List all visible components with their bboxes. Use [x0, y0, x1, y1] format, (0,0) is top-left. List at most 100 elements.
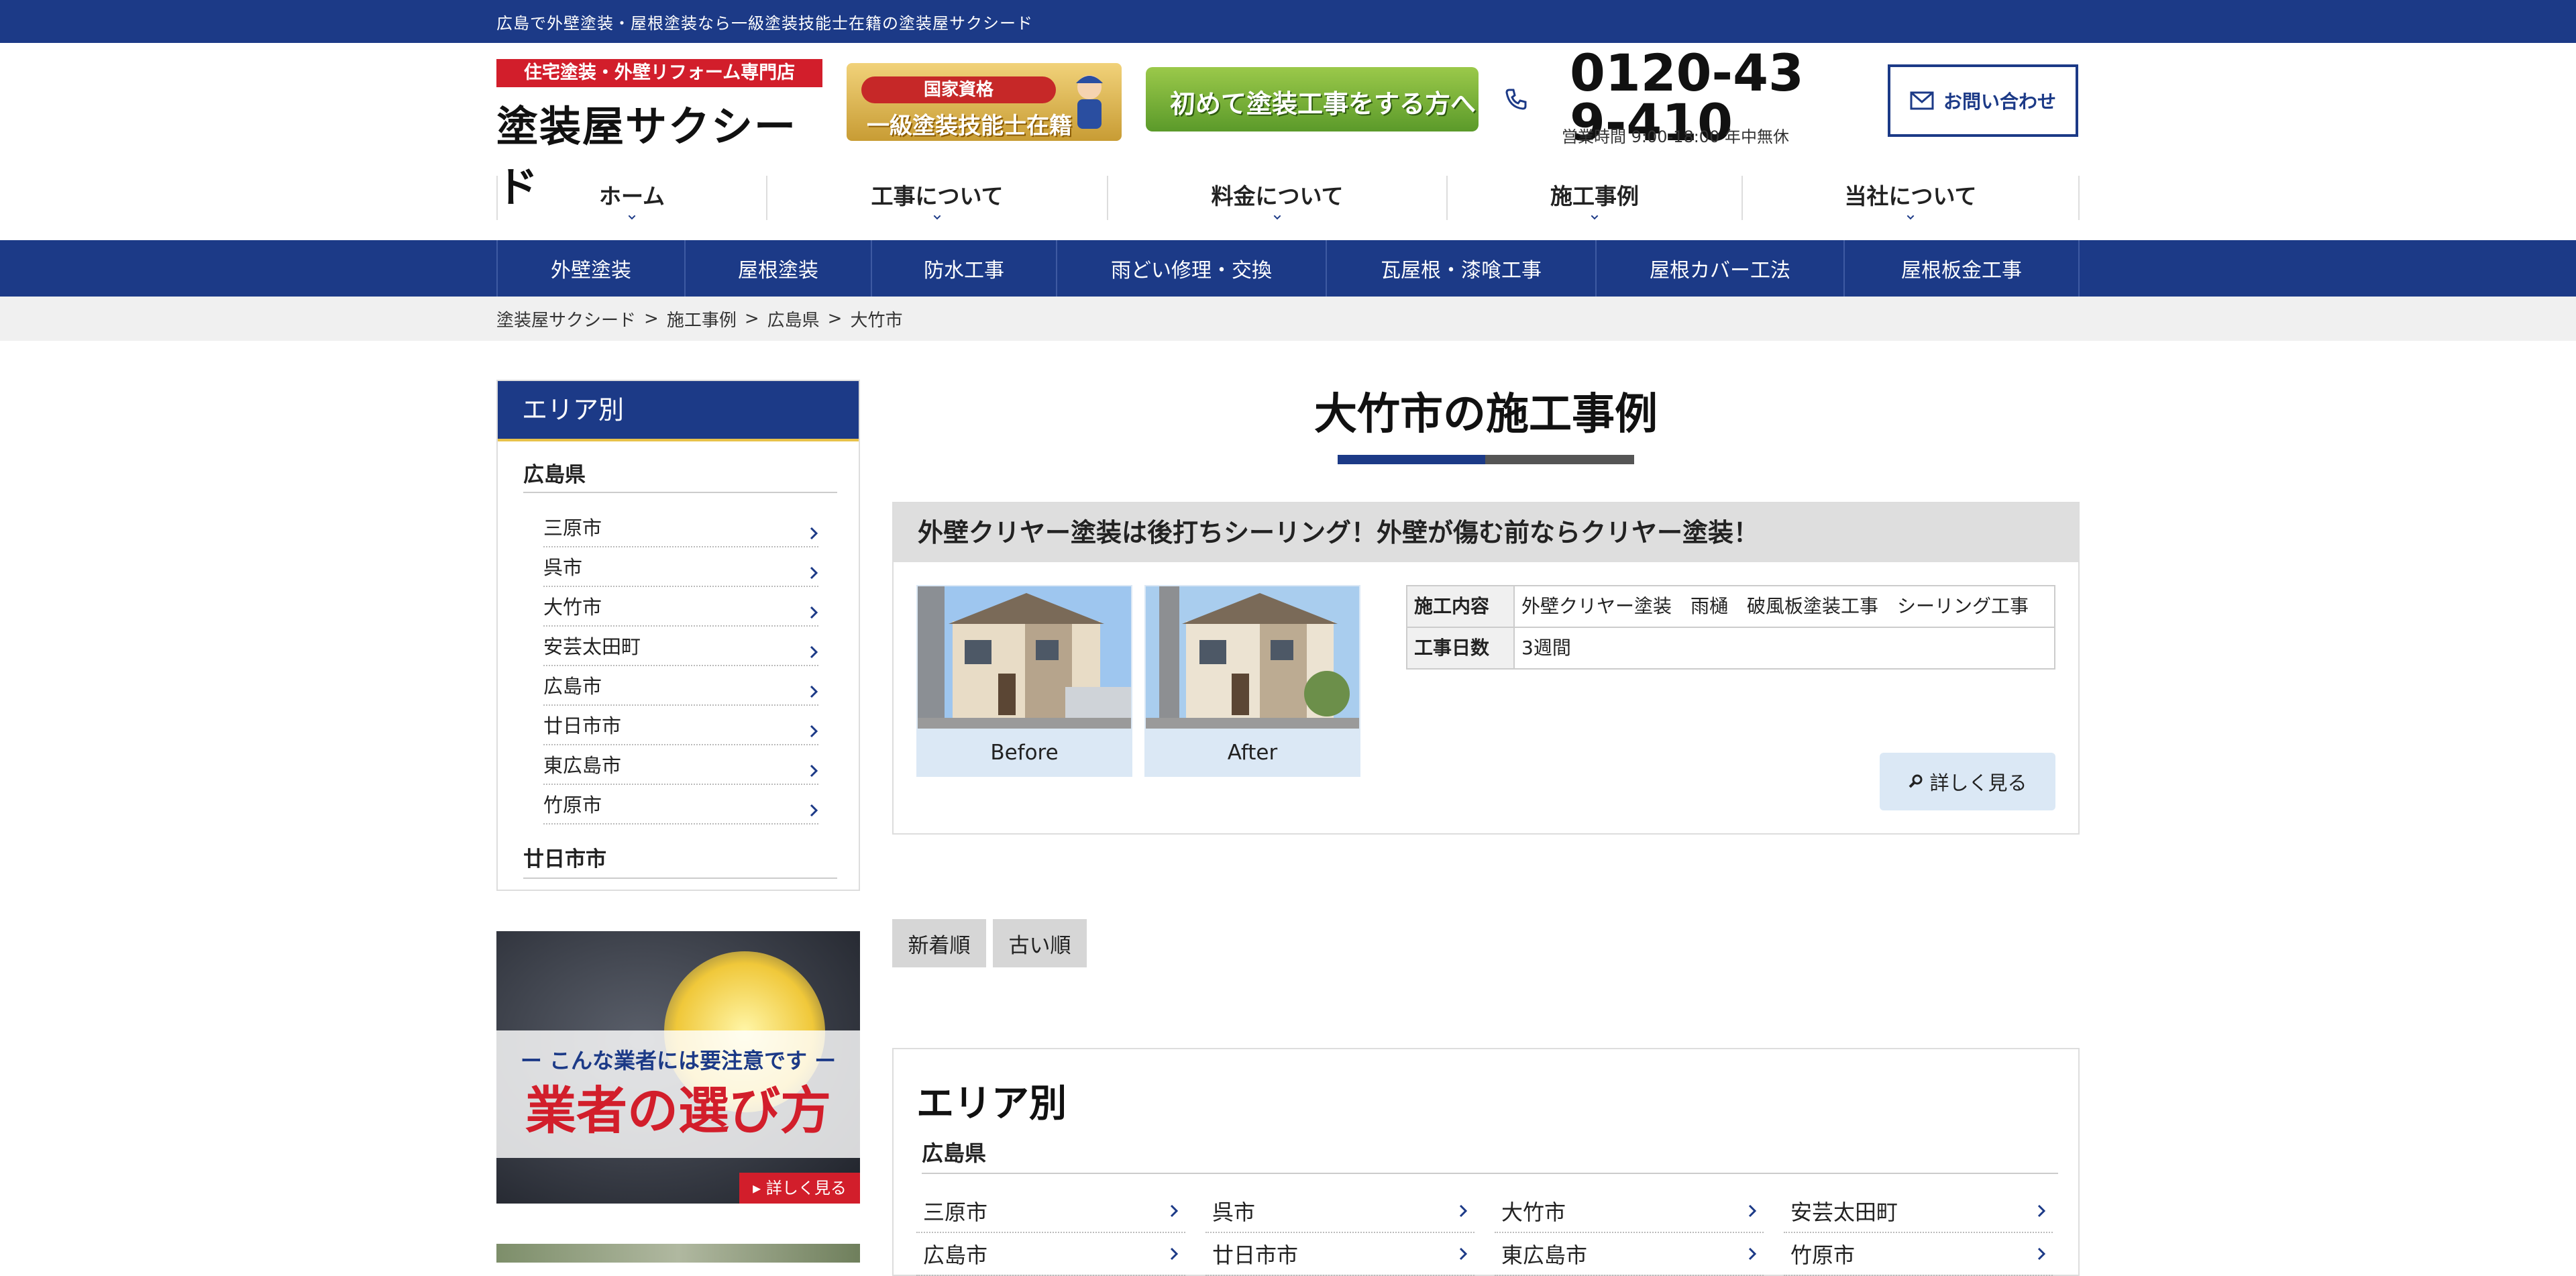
area-section: エリア別 広島県 三原市 呉市 大竹市 安芸太田町 広島市 廿日市市 東広島市 …: [892, 1048, 2080, 1276]
area-city-item[interactable]: 大竹市: [1495, 1190, 1764, 1233]
sidebar-city-item[interactable]: 広島市: [543, 666, 818, 706]
service-nav-item[interactable]: 屋根塗装: [684, 240, 871, 297]
chevron-down-icon: [1591, 215, 1599, 220]
after-thumbnail[interactable]: After: [1144, 585, 1360, 777]
breadcrumb-separator: >: [827, 309, 843, 329]
service-nav-item[interactable]: 屋根板金工事: [1843, 240, 2080, 297]
chevron-right-icon: [810, 725, 818, 738]
area-city-item[interactable]: 三原市: [916, 1190, 1185, 1233]
sidebar-city-item[interactable]: 東広島市: [543, 745, 818, 785]
area-city-item[interactable]: 竹原市: [1784, 1233, 2053, 1276]
chevron-right-icon: [810, 804, 818, 817]
area-city-item[interactable]: 広島市: [916, 1233, 1185, 1276]
logo-tagline: 住宅塗装・外壁リフォーム専門店: [496, 59, 822, 87]
main-nav: ホーム 工事について 料金について 施工事例 当社について: [496, 176, 2080, 220]
service-nav-item[interactable]: 瓦屋根・漆喰工事: [1326, 240, 1595, 297]
days-value: 3週間: [1513, 627, 2055, 670]
detail-button[interactable]: 詳しく見る: [1880, 753, 2055, 810]
sidebar-city-item[interactable]: 大竹市: [543, 587, 818, 627]
sidebar-area-box: エリア別 広島県 三原市 呉市 大竹市 安芸太田町 広島市 廿日市市 東広島市 …: [496, 380, 860, 891]
chevron-down-icon: [1907, 215, 1915, 220]
chevron-right-icon: [1459, 1247, 1468, 1261]
after-label: After: [1227, 741, 1278, 765]
city-label: 竹原市: [543, 794, 602, 816]
chevron-right-icon: [810, 764, 818, 778]
chevron-right-icon: [2037, 1247, 2046, 1261]
after-house-photo: [1146, 586, 1359, 729]
work-value: 外壁クリヤー塗装 雨樋 破風板塗装工事 シーリング工事: [1513, 585, 2055, 628]
badge-ribbon-text: 国家資格: [861, 76, 1056, 103]
service-nav-item[interactable]: 防水工事: [871, 240, 1056, 297]
nav-item-label: 施工事例: [1550, 183, 1639, 209]
banner-more-button[interactable]: ▸ 詳しく見る: [739, 1173, 860, 1204]
breadcrumb-separator: >: [644, 309, 659, 329]
sidebar-city-item[interactable]: 呉市: [543, 547, 818, 587]
sort-oldest-button[interactable]: 古い順: [993, 919, 1087, 967]
city-label: 大竹市: [543, 596, 602, 619]
page-title: 大竹市の施工事例: [1314, 390, 1658, 439]
chevron-right-icon: [810, 685, 818, 698]
service-nav-item[interactable]: 雨どい修理・交換: [1056, 240, 1326, 297]
sidebar-city-item[interactable]: 竹原市: [543, 785, 818, 825]
chevron-down-icon: [933, 215, 941, 220]
breadcrumb-item[interactable]: 施工事例: [667, 307, 737, 331]
days-label: 工事日数: [1406, 627, 1515, 670]
nav-item-pricing[interactable]: 料金について: [1107, 176, 1446, 220]
mail-icon: [1910, 91, 1934, 110]
area-prefecture: 広島県: [922, 1136, 2058, 1174]
table-row: 施工内容 外壁クリヤー塗装 雨樋 破風板塗装工事 シーリング工事: [1406, 585, 2055, 628]
city-label: 呉市: [1212, 1200, 1256, 1225]
sidebar-group-heading[interactable]: 廿日市市: [523, 842, 837, 879]
area-city-item[interactable]: 東広島市: [1495, 1233, 1764, 1276]
area-city-item[interactable]: 呉市: [1205, 1190, 1474, 1233]
before-thumbnail[interactable]: Before: [916, 585, 1132, 777]
nav-item-home[interactable]: ホーム: [496, 176, 766, 220]
city-label: 竹原市: [1790, 1242, 1856, 1268]
city-label: 安芸太田町: [1790, 1200, 1898, 1225]
city-label: 大竹市: [1501, 1200, 1566, 1225]
sidebar-city-item[interactable]: 廿日市市: [543, 706, 818, 745]
sidebar-city-item[interactable]: 安芸太田町: [543, 627, 818, 666]
sidebar-heading: エリア別: [498, 381, 859, 441]
chevron-right-icon: [810, 606, 818, 619]
sort-newest-button[interactable]: 新着順: [892, 919, 986, 967]
service-nav: 外壁塗装 屋根塗装 防水工事 雨どい修理・交換 瓦屋根・漆喰工事 屋根カバー工法…: [0, 240, 2576, 297]
sidebar-photo-banner[interactable]: [496, 1244, 860, 1263]
city-label: 東広島市: [543, 754, 622, 777]
contact-button-label: お問い合わせ: [1943, 91, 2056, 113]
nav-item-label: 料金について: [1211, 183, 1344, 209]
city-label: 広島市: [543, 675, 602, 698]
sidebar-city-list: 三原市 呉市 大竹市 安芸太田町 広島市 廿日市市 東広島市 竹原市: [543, 508, 818, 825]
contractor-guide-banner[interactable]: ー こんな業者には要注意です ー 業者の選び方 ▸ 詳しく見る: [496, 931, 860, 1204]
area-city-item[interactable]: 安芸太田町: [1784, 1190, 2053, 1233]
city-label: 廿日市市: [1212, 1242, 1299, 1268]
case-title[interactable]: 外壁クリヤー塗装は後打ちシーリング！外壁が傷む前ならクリヤー塗装！: [894, 503, 2078, 562]
nav-item-label: 工事について: [871, 183, 1004, 209]
nav-item-about[interactable]: 当社について: [1741, 176, 2080, 220]
breadcrumb-item[interactable]: 広島県: [767, 307, 820, 331]
qualification-badge[interactable]: 国家資格 一級塗装技能士在籍: [847, 63, 1122, 141]
chevron-right-icon: [1748, 1247, 1757, 1261]
contact-button[interactable]: お問い合わせ: [1888, 64, 2078, 137]
first-time-guide-text: 初めて塗装工事をする方へ: [1170, 89, 1477, 119]
sidebar-city-item[interactable]: 三原市: [543, 508, 818, 547]
phone-icon: [1505, 89, 1527, 110]
service-nav-item[interactable]: 屋根カバー工法: [1595, 240, 1843, 297]
banner-title: 業者の選び方: [525, 1081, 831, 1140]
service-nav-item[interactable]: 外壁塗装: [496, 240, 684, 297]
breadcrumb-item[interactable]: 塗装屋サクシード: [496, 307, 636, 331]
nav-item-label: ホーム: [598, 183, 665, 209]
city-label: 安芸太田町: [543, 635, 641, 658]
nav-item-cases[interactable]: 施工事例: [1446, 176, 1741, 220]
area-city-item[interactable]: 廿日市市: [1205, 1233, 1474, 1276]
nav-item-construction[interactable]: 工事について: [766, 176, 1107, 220]
chevron-down-icon: [1273, 215, 1281, 220]
business-hours: 営業時間 9:00-18:00 年中無休: [1562, 127, 1789, 146]
breadcrumb: 塗装屋サクシード > 施工事例 > 広島県 > 大竹市: [0, 297, 2576, 341]
city-label: 三原市: [543, 517, 602, 539]
chevron-right-icon: [2037, 1204, 2046, 1218]
first-time-guide-banner[interactable]: 初めて塗装工事をする方へ: [1146, 67, 1479, 131]
top-bar: 広島で外壁塗装・屋根塗装なら一級塗装技能士在籍の塗装屋サクシード: [0, 0, 2576, 43]
city-label: 広島市: [923, 1242, 988, 1268]
site-logo[interactable]: 住宅塗装・外壁リフォーム専門店 塗装屋サクシード: [496, 59, 822, 211]
